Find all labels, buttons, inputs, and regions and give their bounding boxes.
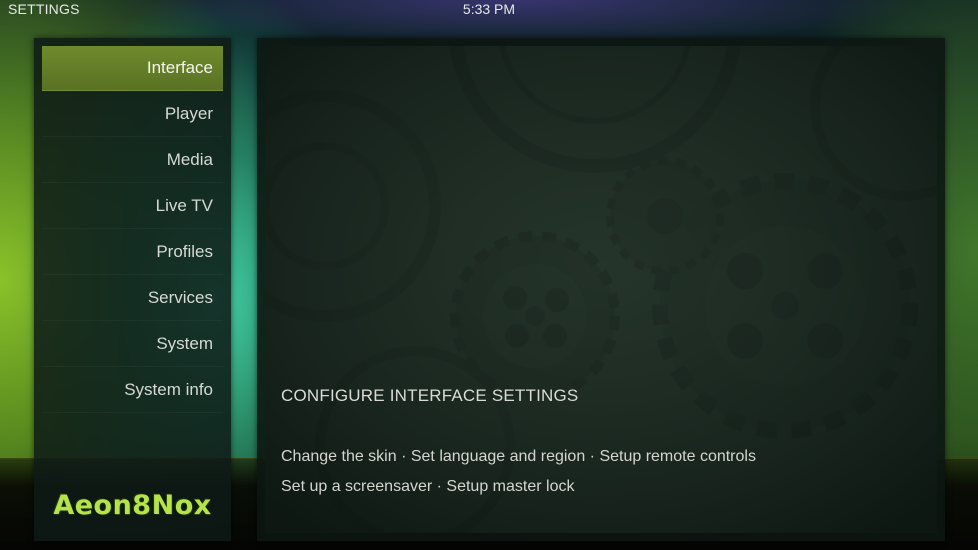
sidebar-item-live-tv[interactable]: Live TV bbox=[42, 184, 223, 229]
panel-heading: CONFIGURE INTERFACE SETTINGS bbox=[281, 386, 579, 405]
sidebar-item-media[interactable]: Media bbox=[42, 138, 223, 183]
sidebar-item-player[interactable]: Player bbox=[42, 92, 223, 137]
info-panel: CONFIGURE INTERFACE SETTINGS Change the … bbox=[257, 38, 945, 541]
panel-description-line1: Change the skin · Set language and regio… bbox=[281, 448, 756, 465]
panel-description-line2: Set up a screensaver · Setup master lock bbox=[281, 478, 575, 495]
settings-menu: Interface Player Media Live TV Profiles … bbox=[42, 46, 223, 414]
aeon-nox-logo: Aeon8Nox bbox=[53, 490, 212, 521]
sidebar-item-interface[interactable]: Interface bbox=[42, 46, 223, 91]
sidebar-item-system[interactable]: System bbox=[42, 322, 223, 367]
settings-screen: SETTINGS 5:33 PM Interface Player Media … bbox=[0, 0, 978, 550]
settings-sidebar: Interface Player Media Live TV Profiles … bbox=[34, 38, 231, 541]
sidebar-item-system-info[interactable]: System info bbox=[42, 368, 223, 413]
sidebar-item-services[interactable]: Services bbox=[42, 276, 223, 321]
sidebar-item-profiles[interactable]: Profiles bbox=[42, 230, 223, 275]
clock: 5:33 PM bbox=[462, 1, 516, 17]
